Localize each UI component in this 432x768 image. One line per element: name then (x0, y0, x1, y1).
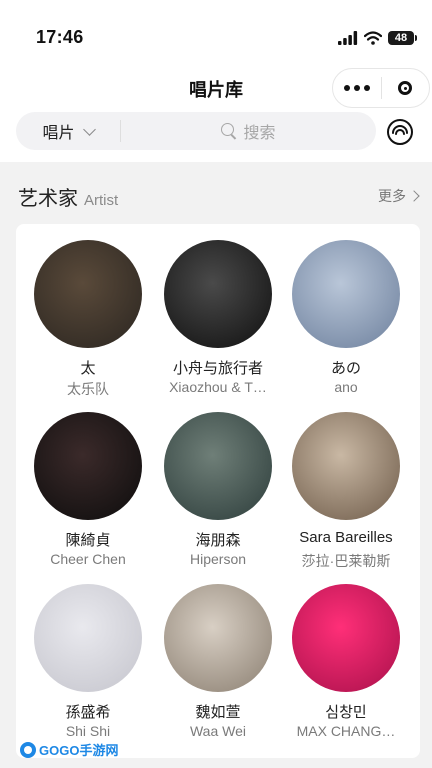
category-label: 唱片 (42, 125, 75, 142)
artist-name: 魏如萱 (195, 704, 241, 721)
artist-item[interactable]: 太 太乐队 (24, 240, 152, 399)
search-placeholder: 搜索 (243, 125, 276, 142)
search-bar: 唱片 搜索 (16, 112, 376, 150)
artist-subname: Hiperson (189, 551, 247, 567)
artist-subname: 太乐队 (67, 381, 109, 397)
artist-subname: ano (334, 379, 358, 395)
artist-name: あの (330, 360, 361, 377)
artist-name: Sara Bareilles (299, 529, 393, 546)
artist-subname: MAX CHANG… (296, 723, 396, 739)
category-dropdown[interactable]: 唱片 (16, 112, 120, 150)
artist-name: 陳綺貞 (65, 532, 111, 549)
mini-program-capsule (332, 68, 430, 108)
artist-name: 孫盛希 (65, 704, 111, 721)
chevron-down-icon (82, 122, 96, 136)
vinyl-record-icon[interactable] (386, 118, 414, 146)
artist-item[interactable]: 심창민 MAX CHANG… (282, 584, 410, 739)
artist-subname: Cheer Chen (50, 551, 126, 567)
artist-name: 海朋森 (195, 532, 241, 549)
search-icon (221, 123, 237, 139)
artist-name: 小舟与旅行者 (172, 360, 263, 377)
watermark-text: GOGO手游网 (39, 743, 119, 758)
artist-avatar (164, 584, 272, 692)
more-menu-button[interactable] (333, 69, 381, 107)
artist-subname: 莎拉·巴莱勒斯 (301, 553, 391, 569)
wifi-icon (364, 31, 382, 45)
artist-section-header: 艺术家 Artist 更多 (18, 182, 420, 210)
more-link[interactable]: 更多 (378, 186, 420, 206)
artist-item[interactable]: 海朋森 Hiperson (154, 412, 282, 567)
close-program-button[interactable] (382, 69, 430, 107)
artist-subname: Waa Wei (189, 723, 246, 739)
signal-icon (338, 31, 358, 45)
status-icons: 48 (338, 28, 417, 48)
artist-avatar (292, 240, 400, 348)
artist-item[interactable]: Sara Bareilles 莎拉·巴莱勒斯 (282, 412, 410, 571)
artist-subname: Xiaozhou & T… (169, 379, 267, 395)
target-icon (398, 81, 413, 95)
artist-avatar (292, 412, 400, 520)
watermark: GOGO手游网 (20, 740, 118, 759)
more-label: 更多 (378, 188, 406, 204)
watermark-logo-icon (20, 741, 36, 758)
section-subtitle: Artist (84, 192, 119, 209)
artist-avatar (164, 412, 272, 520)
search-input[interactable]: 搜索 (121, 119, 376, 143)
artist-item[interactable]: 陳綺貞 Cheer Chen (24, 412, 152, 567)
section-title: 艺术家 (18, 188, 78, 210)
artist-avatar (34, 412, 142, 520)
artist-name: 심창민 (325, 704, 367, 721)
artist-card: 太 太乐队 小舟与旅行者 Xiaozhou & T… あの ano 陳綺貞 Ch… (16, 224, 420, 758)
artist-subname: Shi Shi (65, 723, 111, 739)
artist-avatar (34, 240, 142, 348)
artist-item[interactable]: 孫盛希 Shi Shi (24, 584, 152, 739)
artist-avatar (164, 240, 272, 348)
top-area: 17:46 48 唱片库 唱片 搜索 (0, 0, 432, 162)
more-dots-icon (343, 85, 370, 91)
battery-icon: 48 (388, 31, 417, 45)
chevron-right-icon (408, 190, 420, 202)
artist-avatar (34, 584, 142, 692)
artist-item[interactable]: 魏如萱 Waa Wei (154, 584, 282, 739)
status-bar: 17:46 48 (0, 0, 432, 72)
artist-avatar (292, 584, 400, 692)
artist-item[interactable]: あの ano (282, 240, 410, 395)
artist-name: 太 (80, 360, 96, 377)
status-time: 17:46 (36, 27, 84, 47)
artist-item[interactable]: 小舟与旅行者 Xiaozhou & T… (154, 240, 282, 395)
